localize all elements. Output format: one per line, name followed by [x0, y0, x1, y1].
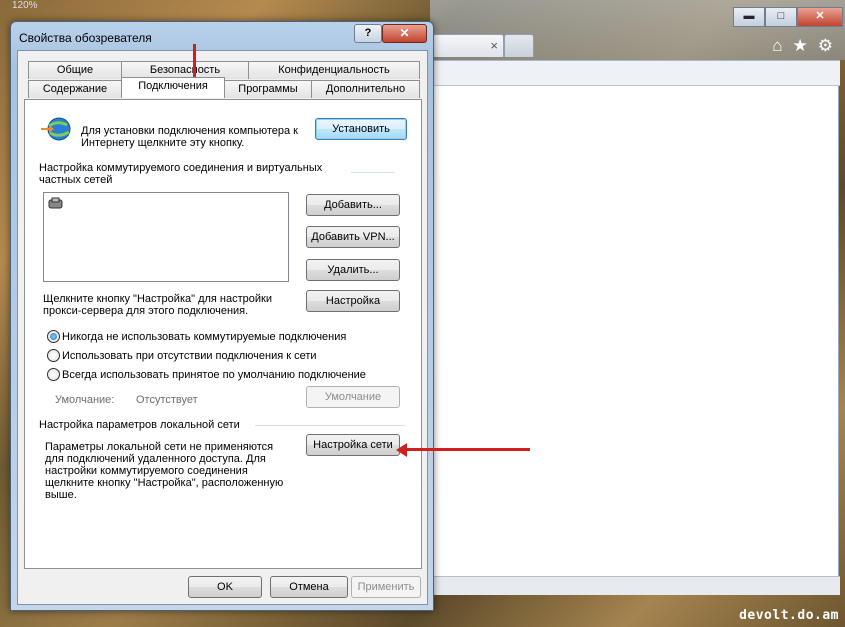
- minimize-button[interactable]: ▬: [733, 7, 765, 27]
- dialup-settings-button[interactable]: Настройка: [306, 290, 400, 312]
- tab-close-icon[interactable]: ×: [490, 38, 498, 53]
- radio-always-dial-default[interactable]: [47, 368, 60, 381]
- browser-content: [430, 86, 839, 576]
- browser-toolbar-icons: ⌂ ★ ⚙: [772, 36, 833, 56]
- help-button[interactable]: ?: [354, 24, 382, 43]
- radio-dial-when-no-network-label: Использовать при отсутствии подключения …: [62, 350, 317, 362]
- separator: [255, 425, 405, 426]
- tab-connections[interactable]: Подключения: [121, 77, 225, 98]
- tab-programs[interactable]: Программы: [224, 80, 312, 98]
- connections-list[interactable]: [43, 192, 289, 282]
- dialog-close-button[interactable]: ✕: [382, 24, 427, 43]
- radio-never-dial-label: Никогда не использовать коммутируемые по…: [62, 331, 347, 343]
- browser-window: × ▬ □ ✕ ⌂ ★ ⚙: [430, 0, 845, 600]
- remove-button[interactable]: Удалить...: [306, 259, 400, 281]
- add-vpn-button[interactable]: Добавить VPN...: [306, 226, 400, 248]
- home-icon[interactable]: ⌂: [772, 36, 782, 56]
- lan-description: Параметры локальной сети не применяются …: [45, 441, 284, 501]
- tab-content[interactable]: Содержание: [28, 80, 122, 98]
- browser-address-bar[interactable]: [430, 60, 840, 86]
- dialup-header: Настройка коммутируемого соединения и ви…: [39, 162, 323, 186]
- annotation-arrowhead-left: [396, 443, 407, 457]
- lan-settings-button[interactable]: Настройка сети: [306, 434, 400, 456]
- tab-advanced[interactable]: Дополнительно: [311, 80, 420, 98]
- setup-button[interactable]: Установить: [315, 118, 407, 140]
- dialog-title: Свойства обозревателя: [19, 31, 152, 45]
- globe-connect-icon: [41, 117, 71, 141]
- default-label: Умолчание:: [55, 394, 115, 406]
- cancel-button[interactable]: Отмена: [270, 576, 348, 598]
- radio-always-dial-default-label: Всегда использовать принятое по умолчани…: [62, 369, 366, 381]
- gear-icon[interactable]: ⚙: [818, 36, 833, 56]
- setup-description: Для установки подключения компьютера к И…: [81, 125, 298, 149]
- annotation-arrow-horizontal: [405, 448, 530, 451]
- internet-options-dialog: Свойства обозревателя ? ✕ Общие Безопасн…: [10, 21, 434, 611]
- apply-button[interactable]: Применить: [351, 576, 421, 598]
- star-icon[interactable]: ★: [793, 36, 808, 56]
- watermark: devolt.do.am: [739, 608, 839, 623]
- browser-tab[interactable]: ×: [432, 34, 504, 57]
- browser-window-controls: ▬ □ ✕: [733, 7, 843, 27]
- zoom-level: 120%: [12, 0, 38, 11]
- dialog-body: Общие Безопасность Конфиденциальность Со…: [17, 50, 428, 605]
- ok-button[interactable]: OK: [188, 576, 262, 598]
- close-button[interactable]: ✕: [797, 7, 843, 27]
- add-button[interactable]: Добавить...: [306, 194, 400, 216]
- tab-general[interactable]: Общие: [28, 61, 122, 79]
- connection-item-icon[interactable]: [48, 197, 64, 210]
- tab-privacy[interactable]: Конфиденциальность: [248, 61, 420, 79]
- default-value: Отсутствует: [136, 394, 198, 406]
- radio-never-dial[interactable]: [47, 330, 60, 343]
- separator: [351, 172, 395, 173]
- maximize-button[interactable]: □: [765, 7, 797, 27]
- lan-header: Настройка параметров локальной сети: [39, 419, 240, 431]
- set-default-button[interactable]: Умолчание: [306, 386, 400, 408]
- proxy-settings-description: Щелкните кнопку "Настройка" для настройк…: [43, 293, 272, 317]
- new-tab-button[interactable]: [504, 34, 534, 57]
- browser-statusbar: [430, 576, 840, 595]
- connections-panel: Для установки подключения компьютера к И…: [24, 99, 422, 569]
- radio-dial-when-no-network[interactable]: [47, 349, 60, 362]
